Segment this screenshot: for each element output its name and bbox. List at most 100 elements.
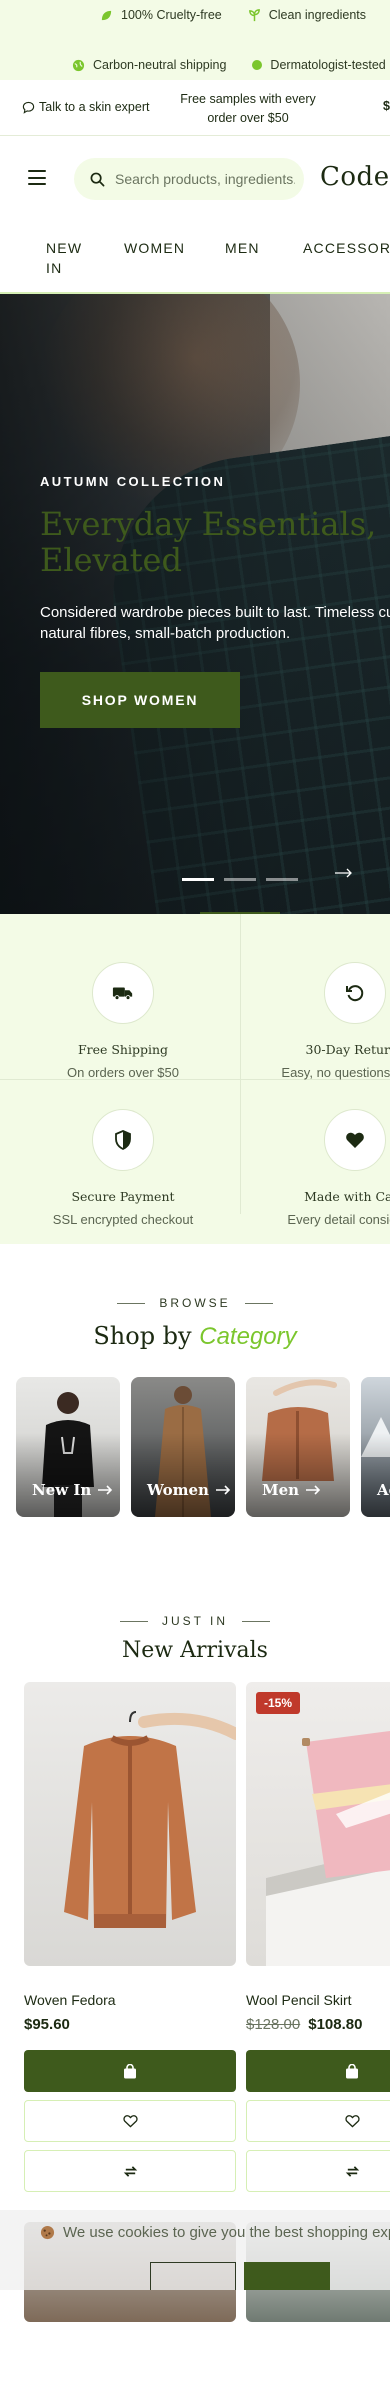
product-old-price: $128.00 [246, 2016, 301, 2033]
product-image[interactable] [24, 1682, 236, 1966]
compare-button[interactable] [246, 2150, 390, 2192]
compare-icon [123, 2165, 137, 2177]
feature-made-with-care: Made with Care Every detail considered [230, 1079, 390, 1227]
category-card-accessories[interactable]: Accessories [361, 1377, 390, 1517]
globe-icon [72, 59, 85, 71]
search-bar[interactable] [74, 158, 304, 200]
feature-title: Secure Payment [71, 1189, 175, 1204]
product-current-price: $95.60 [24, 2016, 70, 2033]
hero-title: Everyday Essentials, Elevated [40, 505, 377, 579]
feature-subtitle: SSL encrypted checkout [52, 1212, 194, 1227]
cookie-accept-button[interactable] [244, 2262, 330, 2290]
announcement-row: 100% Cruelty-free Clean ingredients [100, 8, 366, 22]
product-card[interactable]: Woven Fedora $95.60 [24, 1682, 236, 2192]
search-input[interactable] [115, 171, 295, 187]
announcement-item: Dermatologist-tested [252, 58, 386, 72]
feature-returns: 30-Day Returns Easy, no questions asked [230, 932, 390, 1080]
next-slide-icon[interactable] [334, 868, 354, 878]
talk-to-expert-label: Talk to a skin expert [39, 100, 150, 114]
product-photo [64, 1711, 236, 1928]
talk-to-expert-link[interactable]: Talk to a skin expert [22, 100, 149, 114]
search-icon [90, 172, 105, 186]
currency-selector[interactable]: $ [383, 99, 390, 113]
announcement-item: Carbon-neutral shipping [72, 58, 226, 72]
features-section: Free Shipping On orders over $50 30-Day … [0, 914, 390, 1244]
site-header: Codei [0, 136, 390, 220]
heart-icon [346, 1132, 364, 1148]
product-image[interactable]: -15% [246, 1682, 390, 1966]
slide-indicators [182, 878, 298, 881]
category-label: Accessories [377, 1481, 390, 1499]
free-samples-message: Free samples with every order over $50 [180, 92, 316, 125]
sprout-icon [248, 8, 260, 21]
hero-eyebrow: AUTUMN COLLECTION [40, 474, 226, 489]
section-eyebrow-text: BROWSE [159, 1296, 231, 1310]
announcement-text: Carbon-neutral shipping [93, 58, 227, 72]
feature-subtitle: On orders over $50 [66, 1065, 179, 1080]
section-title-accent: Category [199, 1323, 297, 1350]
category-card-new-in[interactable]: New In [16, 1377, 120, 1517]
add-to-cart-button[interactable] [24, 2050, 236, 2092]
chat-bubble-icon [22, 101, 35, 114]
announcement-bar: 100% Cruelty-free Clean ingredients Carb… [0, 0, 390, 80]
feature-icon-circle [92, 1109, 154, 1171]
category-name: Women [147, 1481, 209, 1499]
shop-women-button[interactable]: SHOP WOMEN [40, 672, 240, 728]
announcement-text: Clean ingredients [268, 8, 367, 22]
product-name[interactable]: Woven Fedora [24, 1992, 116, 2008]
announcement-item: 100% Cruelty-free [100, 8, 222, 22]
announcement-text: Dermatologist-tested [270, 58, 386, 72]
section-eyebrow: BROWSE [0, 1296, 390, 1310]
compare-button[interactable] [24, 2150, 236, 2192]
feature-title: Made with Care [304, 1189, 390, 1204]
feature-title: Free Shipping [77, 1042, 169, 1057]
add-to-wishlist-button[interactable] [246, 2100, 390, 2142]
category-name: New In [32, 1481, 92, 1499]
nav-item-women[interactable]: WOMEN [124, 238, 185, 258]
product-card[interactable]: -15% Wool Pencil Skirt $128.00 $108.80 [246, 1682, 390, 2192]
announcement-item: Clean ingredients [248, 8, 366, 22]
site-logo[interactable]: Codei [320, 162, 390, 192]
shopping-bag-icon [124, 2063, 136, 2078]
add-to-cart-button[interactable] [246, 2050, 390, 2092]
heart-outline-icon [122, 2115, 138, 2128]
nav-item-accessories[interactable]: ACCESSORIES [303, 238, 390, 258]
announcement-row: Carbon-neutral shipping Dermatologist-te… [72, 58, 386, 72]
arrow-right-icon [98, 1485, 113, 1495]
cookie-banner: We use cookies to give you the best shop… [0, 2210, 390, 2290]
arrow-right-icon [306, 1485, 321, 1495]
feature-subtitle: Every detail considered [287, 1212, 390, 1227]
cookie-message: We use cookies to give you the best shop… [40, 2224, 390, 2241]
feature-secure-payment: Secure Payment SSL encrypted checkout [0, 1079, 228, 1227]
slide-dot[interactable] [224, 878, 256, 881]
product-photo [266, 1730, 390, 1966]
feature-free-shipping: Free Shipping On orders over $50 [0, 932, 228, 1080]
menu-icon[interactable] [28, 170, 46, 185]
section-title: Shop by Category [0, 1322, 390, 1351]
slide-dot[interactable] [266, 878, 298, 881]
product-current-price: $108.80 [308, 2016, 363, 2033]
feature-icon-circle [92, 962, 154, 1024]
section-title: New Arrivals [122, 1638, 268, 1663]
category-card-women[interactable]: Women [131, 1377, 235, 1517]
category-card-men[interactable]: Men [246, 1377, 350, 1517]
product-name[interactable]: Wool Pencil Skirt [246, 1992, 352, 2008]
hero-description: Considered wardrobe pieces built to last… [40, 604, 390, 642]
info-bar: Talk to a skin expert Free samples with … [0, 80, 390, 136]
shield-icon [115, 1130, 131, 1150]
nav-item-men[interactable]: MEN [225, 238, 260, 258]
category-name: Accessories [377, 1481, 390, 1499]
arrow-right-icon [215, 1485, 231, 1495]
cookie-text: We use cookies to give you the best shop… [63, 2224, 390, 2241]
dot-icon [252, 60, 263, 70]
hero-banner: AUTUMN COLLECTION Everyday Essentials, E… [0, 294, 390, 914]
returns-icon [346, 985, 364, 1002]
category-label: Men [262, 1481, 321, 1499]
add-to-wishlist-button[interactable] [24, 2100, 236, 2142]
section-eyebrow-text: JUST IN [161, 1614, 229, 1628]
shopping-bag-icon [346, 2063, 358, 2078]
nav-item-new-in[interactable]: NEW IN [46, 238, 92, 278]
slide-dot[interactable] [182, 878, 214, 881]
cookie-decline-button[interactable] [150, 2262, 236, 2290]
shop-by-category-section: BROWSE Shop by Category New In Women Men… [0, 1244, 390, 1544]
